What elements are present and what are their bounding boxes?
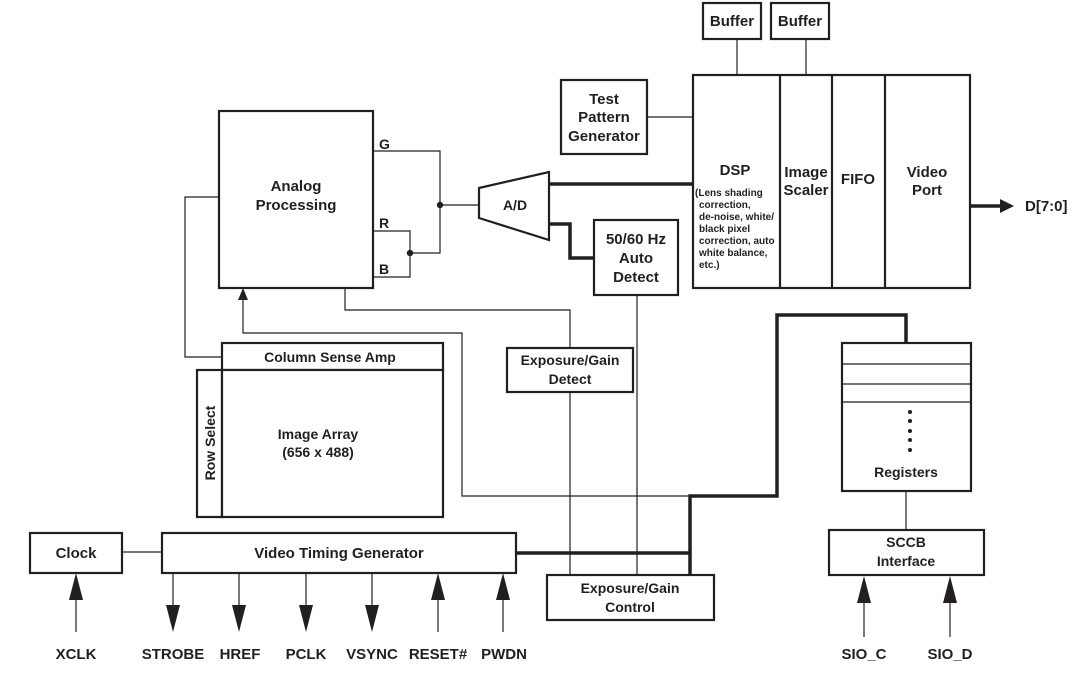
video-timing-label: Video Timing Generator	[254, 545, 424, 562]
pin-strobe: STROBE	[142, 646, 205, 663]
output-arrow-icon	[1000, 199, 1014, 213]
analog-processing-block: Analog Processing G R B	[217, 109, 390, 290]
exposure-detect-line-2: Detect	[549, 371, 592, 387]
image-sensor-block: Column Sense Amp Row Select Image Array …	[195, 341, 445, 519]
channel-r: R	[379, 215, 389, 231]
block-diagram: Buffer Buffer Test Pattern Generator DSP…	[28, 1, 1068, 663]
pin-d-bus: D[7:0]	[1025, 198, 1068, 215]
clock-label: Clock	[56, 545, 98, 562]
pin-xclk: XCLK	[56, 646, 97, 663]
buffer-block-1: Buffer	[701, 1, 763, 41]
test-pattern-line-2: Pattern	[578, 109, 630, 126]
arrow-down-icon	[299, 605, 313, 632]
pin-reset: RESET#	[409, 646, 468, 663]
auto-detect-line-1: 50/60 Hz	[606, 231, 666, 248]
video-port-line-1: Video	[907, 164, 948, 181]
wire-analog-expdetect	[344, 288, 571, 348]
pin-labels: XCLK STROBE HREF PCLK VSYNC RESET# PWDN …	[56, 646, 973, 663]
arrow-up-icon	[69, 573, 83, 600]
dsp-chain: DSP (Lens shading correction, de-noise, …	[691, 73, 972, 290]
arrow-down-icon	[365, 605, 379, 632]
dsp-note-line: correction, auto	[699, 236, 775, 247]
arrow-down-icon	[166, 605, 180, 632]
ad-converter-block: A/D	[477, 170, 551, 242]
bus-ad-autodetect	[549, 222, 594, 260]
auto-detect-line-3: Detect	[613, 269, 659, 286]
image-array-line-2: (656 x 488)	[282, 444, 354, 460]
buffer-2-label: Buffer	[778, 13, 822, 30]
fifo-label: FIFO	[841, 171, 875, 188]
junction-dot	[436, 201, 444, 209]
sccb-line-1: SCCB	[886, 534, 926, 550]
row-select-label: Row Select	[202, 405, 218, 480]
dsp-note-line: etc.)	[699, 260, 720, 271]
pin-sio-c: SIO_C	[841, 646, 886, 663]
buffer-block-2: Buffer	[769, 1, 831, 41]
analog-line-2: Processing	[256, 197, 337, 214]
pin-pwdn: PWDN	[481, 646, 527, 663]
dsp-title: DSP	[720, 162, 751, 179]
clock-block: Clock	[28, 531, 124, 575]
analog-line-1: Analog	[271, 178, 322, 195]
channel-b: B	[379, 261, 389, 277]
dsp-note-line: black pixel	[699, 224, 750, 235]
auto-detect-block: 50/60 Hz Auto Detect	[592, 218, 680, 297]
arrow-up-icon	[238, 288, 248, 300]
image-scaler-line-2: Scaler	[783, 182, 828, 199]
arrow-up-icon	[496, 573, 510, 600]
pin-arrows	[69, 573, 957, 637]
dsp-note-line: white balance,	[698, 248, 768, 259]
pin-href: HREF	[220, 646, 261, 663]
junction-dot	[406, 249, 414, 257]
wire-g	[373, 150, 441, 254]
pin-sio-d: SIO_D	[927, 646, 972, 663]
exposure-control-block: Exposure/Gain Control	[545, 573, 716, 622]
test-pattern-line-1: Test	[589, 91, 619, 108]
pin-pclk: PCLK	[286, 646, 327, 663]
arrow-up-icon	[431, 573, 445, 600]
exposure-control-line-1: Exposure/Gain	[581, 580, 680, 596]
image-scaler-line-1: Image	[784, 164, 827, 181]
exposure-control-line-2: Control	[605, 599, 655, 615]
video-port-line-2: Port	[912, 182, 942, 199]
registers-block: Registers	[840, 341, 973, 493]
registers-label: Registers	[874, 464, 938, 480]
sccb-interface-block: SCCB Interface	[827, 528, 986, 577]
ad-label: A/D	[503, 197, 527, 213]
sccb-line-2: Interface	[877, 553, 936, 569]
auto-detect-line-2: Auto	[619, 250, 653, 267]
arrow-up-icon	[943, 576, 957, 603]
exposure-detect-line-1: Exposure/Gain	[521, 352, 620, 368]
dsp-note-line: de-noise, white/	[699, 212, 774, 223]
pin-vsync: VSYNC	[346, 646, 398, 663]
wire-analog-columnamp	[184, 196, 222, 358]
video-timing-block: Video Timing Generator	[160, 531, 518, 575]
exposure-detect-block: Exposure/Gain Detect	[505, 346, 635, 394]
channel-g: G	[379, 136, 390, 152]
test-pattern-block: Test Pattern Generator	[559, 78, 649, 156]
dsp-note-line: (Lens shading	[695, 188, 763, 199]
arrow-up-icon	[857, 576, 871, 603]
image-array-line-1: Image Array	[278, 426, 359, 442]
arrow-down-icon	[232, 605, 246, 632]
dsp-note-line: correction,	[699, 200, 751, 211]
test-pattern-line-3: Generator	[568, 128, 640, 145]
buffer-1-label: Buffer	[710, 13, 754, 30]
column-sense-amp-label: Column Sense Amp	[264, 349, 396, 365]
